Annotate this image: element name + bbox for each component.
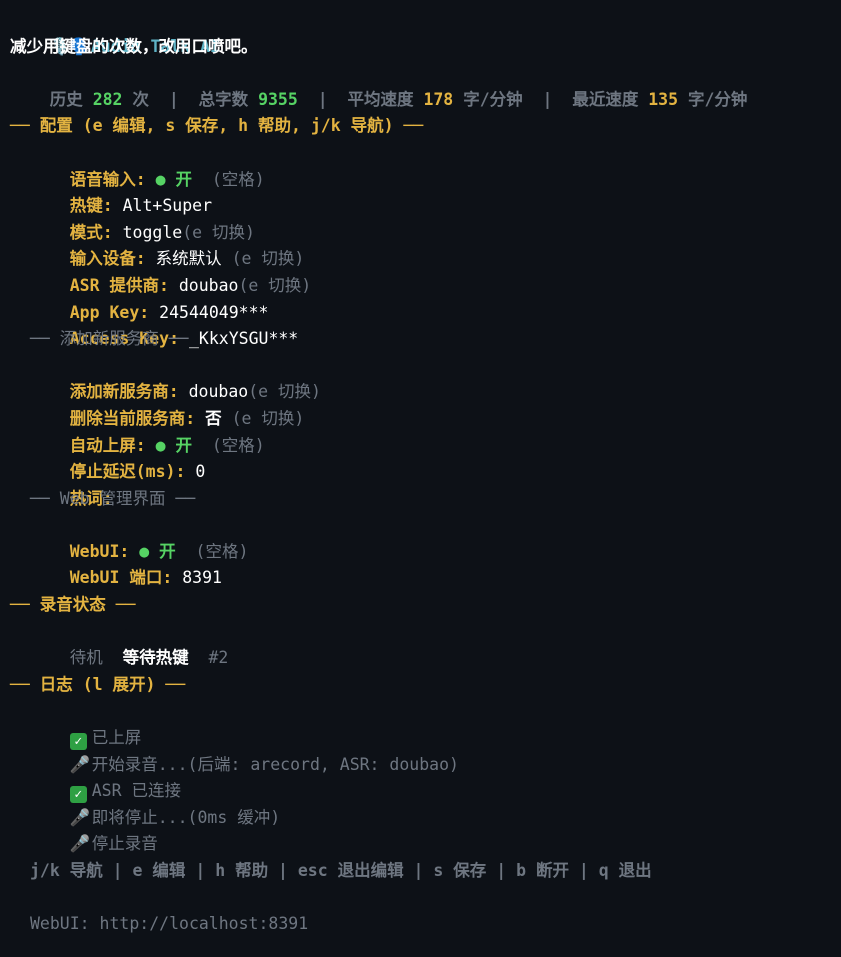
config-item-webui[interactable]: WebUI: ● 开 (空格) xyxy=(10,512,841,561)
avg-speed-unit: 字/分钟 xyxy=(463,89,523,109)
recording-status-line: 待机 等待热键 #2 xyxy=(10,619,841,667)
web-subheading: ── Web 管理界面 ── xyxy=(30,488,196,508)
voice-input-label: 语音输入: xyxy=(69,169,146,189)
auto-paste-hint: (空格) xyxy=(211,435,265,455)
add-provider-subheading: ── 添加新服务商 ── xyxy=(30,329,189,349)
recording-heading: ── 录音状态 ── xyxy=(10,595,136,615)
mode-label: 模式: xyxy=(69,222,113,242)
add-provider-hint: (e 切换) xyxy=(248,382,321,402)
hotkey-label: 热键: xyxy=(69,196,113,216)
hotkey-value[interactable]: Alt+Super xyxy=(123,196,212,215)
history-unit: 次 xyxy=(132,89,149,109)
history-value: 282 xyxy=(92,89,123,109)
terminal-screen: 🎙️🗣️Audio Talk AI 减少用键盘的次数，改用口喷吧。 历史 282… xyxy=(10,7,841,938)
app-key-label: App Key: xyxy=(69,302,150,322)
recording-status: 等待热键 xyxy=(122,648,189,668)
asr-provider-hint: (e 切换) xyxy=(238,275,312,295)
auto-paste-label: 自动上屏: xyxy=(69,435,146,455)
log-entry-text: 开始录音...(后端: arecord, ASR: doubao) xyxy=(91,754,459,774)
log-entry-text: 停止录音 xyxy=(91,834,158,854)
tagline: 减少用键盘的次数，改用口喷吧。 xyxy=(10,36,258,56)
recording-state: 待机 xyxy=(69,648,103,668)
recording-count: #2 xyxy=(208,648,229,668)
check-icon: ✓ xyxy=(69,786,87,804)
delete-provider-hint: (e 切换) xyxy=(231,408,305,428)
log-entry: ✓ 已上屏 xyxy=(10,698,841,751)
voice-input-hint: (空格) xyxy=(211,169,265,189)
mode-hint: (e 切换) xyxy=(182,222,255,242)
mic-icon: 🎤 xyxy=(69,754,91,774)
recent-speed-label: 最近速度 xyxy=(572,89,639,109)
log-entry-text: 已上屏 xyxy=(91,728,142,748)
stop-delay-label: 停止延迟(ms): xyxy=(69,462,186,482)
config-item-voice-input[interactable]: 语音输入: ● 开 (空格) xyxy=(10,140,841,189)
mode-value[interactable]: toggle xyxy=(123,223,183,242)
check-icon: ✓ xyxy=(69,733,87,751)
recent-speed-value: 135 xyxy=(648,89,679,109)
stats-divider: | xyxy=(317,89,328,109)
stats-divider: | xyxy=(542,89,553,109)
title-line: 🎙️🗣️Audio Talk AI xyxy=(10,7,841,56)
shortcut-help-bar: j/k 导航 | e 编辑 | h 帮助 | esc 退出编辑 | s 保存 |… xyxy=(30,861,652,880)
asr-provider-value[interactable]: doubao xyxy=(179,276,239,295)
webui-label: WebUI: xyxy=(69,541,130,561)
config-item-add-provider[interactable]: 添加新服务商: doubao(e 切换) xyxy=(10,353,841,401)
chars-value: 9355 xyxy=(258,89,298,109)
input-device-label: 输入设备: xyxy=(69,249,146,269)
access-key-value[interactable]: _KkxYSGU*** xyxy=(189,329,298,348)
webui-port-label: WebUI 端口: xyxy=(69,568,173,588)
chars-label: 总字数 xyxy=(198,89,249,109)
webui-url[interactable]: WebUI: http://localhost:8391 xyxy=(10,911,841,938)
log-heading: ── 日志 (l 展开) ── xyxy=(10,674,186,694)
voice-input-value[interactable]: 开 xyxy=(176,170,193,189)
status-dot-icon: ● xyxy=(155,435,166,455)
input-device-value[interactable]: 系统默认 xyxy=(156,249,222,268)
config-heading: ── 配置 (e 编辑, s 保存, h 帮助, j/k 导航) ── xyxy=(10,116,424,136)
add-provider-label: 添加新服务商: xyxy=(69,382,179,402)
log-entry-text: 即将停止...(0ms 缓冲) xyxy=(91,807,281,827)
stats-bar: 历史 282 次 | 总字数 9355 | 平均速度 178 字/分钟 | 最近… xyxy=(10,60,841,109)
app-key-value[interactable]: 24544049*** xyxy=(159,303,268,322)
webui-value[interactable]: 开 xyxy=(159,542,176,561)
stop-delay-value[interactable]: 0 xyxy=(195,462,205,481)
delete-provider-value[interactable]: 否 xyxy=(205,409,222,428)
status-dot-icon: ● xyxy=(155,169,166,189)
log-entry-text: ASR 已连接 xyxy=(91,781,181,801)
delete-provider-label: 删除当前服务商: xyxy=(69,408,196,428)
status-dot-icon: ● xyxy=(139,541,150,561)
avg-speed-value: 178 xyxy=(423,89,454,109)
add-provider-value[interactable]: doubao xyxy=(189,382,249,401)
auto-paste-value[interactable]: 开 xyxy=(176,436,193,455)
input-device-hint: (e 切换) xyxy=(231,249,305,269)
stats-divider: | xyxy=(168,89,179,109)
history-label: 历史 xyxy=(49,89,83,109)
mic-icon: 🎤 xyxy=(69,834,91,854)
avg-speed-label: 平均速度 xyxy=(347,89,414,109)
mic-icon: 🎤 xyxy=(69,807,91,827)
recent-speed-unit: 字/分钟 xyxy=(688,89,748,109)
webui-hint: (空格) xyxy=(195,541,249,561)
asr-provider-label: ASR 提供商: xyxy=(69,275,169,295)
webui-port-value[interactable]: 8391 xyxy=(182,568,222,587)
